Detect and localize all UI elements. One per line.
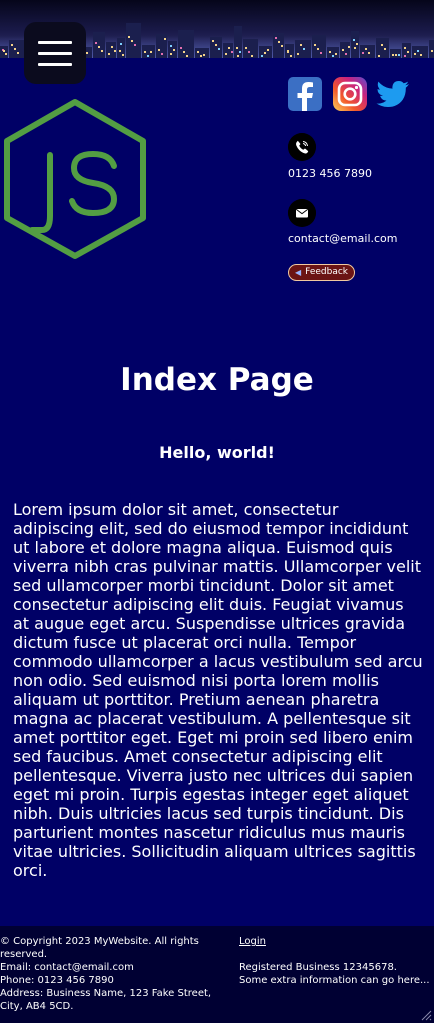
email-icon	[288, 199, 316, 227]
phone-icon	[288, 133, 316, 161]
contact-email: contact@email.com	[288, 232, 398, 245]
megaphone-icon: ◀	[295, 268, 302, 277]
facebook-icon[interactable]	[288, 77, 322, 111]
menu-bar	[38, 41, 72, 44]
feedback-button[interactable]: ◀ Feedback	[288, 264, 356, 281]
instagram-icon[interactable]	[333, 77, 367, 111]
footer-info-column: Login Registered Business 12345678. Some…	[239, 935, 434, 987]
footer-phone: Phone: 0123 456 7890	[0, 975, 114, 986]
resize-handle-icon[interactable]	[420, 1009, 432, 1021]
footer-contact-column: © Copyright 2023 MyWebsite. All rights r…	[0, 935, 225, 1013]
feedback-label: Feedback	[305, 267, 349, 277]
menu-bar	[38, 63, 72, 66]
footer-copyright: © Copyright 2023 MyWebsite. All rights r…	[0, 936, 199, 960]
footer-extra-info: Some extra information can go here...	[239, 975, 430, 986]
footer: © Copyright 2023 MyWebsite. All rights r…	[0, 926, 434, 1023]
hamburger-menu-button[interactable]	[24, 22, 86, 84]
twitter-icon[interactable]	[376, 77, 410, 111]
footer-address: Address: Business Name, 123 Fake Street,…	[0, 988, 212, 1012]
page-subtitle: Hello, world!	[159, 443, 275, 462]
footer-email: Email: contact@email.com	[0, 962, 134, 973]
login-link[interactable]: Login	[239, 936, 266, 947]
footer-registered: Registered Business 12345678.	[239, 962, 397, 973]
page-title: Index Page	[120, 362, 314, 398]
body-paragraph: Lorem ipsum dolor sit amet, consectetur …	[13, 500, 423, 880]
nodejs-hexagon-logo[interactable]	[2, 98, 148, 260]
contact-phone: 0123 456 7890	[288, 167, 372, 180]
menu-bar	[38, 52, 72, 55]
